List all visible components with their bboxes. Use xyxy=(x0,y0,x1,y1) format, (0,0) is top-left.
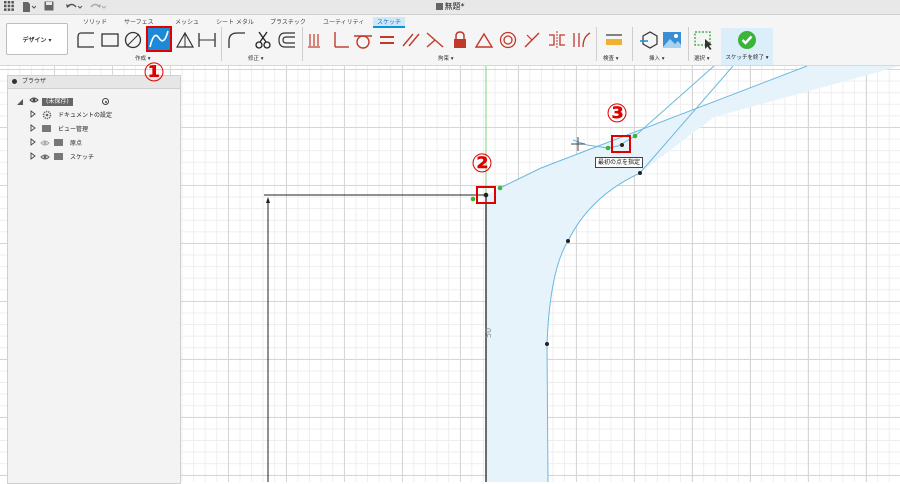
spline-point[interactable] xyxy=(545,342,549,346)
group-label-insert[interactable]: 挿入 ▾ xyxy=(649,54,665,62)
equal-constraint-icon[interactable] xyxy=(376,29,398,51)
tab-solid[interactable]: ソリッド xyxy=(83,17,107,26)
finish-sketch-label: スケッチを終了 ▾ xyxy=(725,55,769,61)
workspace-label: デザイン ▾ xyxy=(22,36,52,44)
triangle-constraint-icon[interactable] xyxy=(473,29,495,51)
tree-item-document-settings[interactable]: ドキュメントの設定 xyxy=(8,109,180,123)
dimension-line-tool-icon[interactable] xyxy=(196,29,218,51)
cursor-tooltip: 最初の点を指定 xyxy=(595,157,644,168)
activate-radio-icon[interactable] xyxy=(102,98,109,105)
browser-panel: ブラウザ (未保存) ドキュメントの設定 ビュー管理 原点 スケッチ xyxy=(7,75,181,484)
folder-icon xyxy=(54,139,63,146)
eye-icon[interactable] xyxy=(40,152,50,168)
folder-icon xyxy=(54,153,63,160)
polygon-tool-icon[interactable] xyxy=(174,29,196,51)
collapse-dot-icon[interactable] xyxy=(12,79,17,84)
tab-plastic[interactable]: プラスチック xyxy=(270,17,306,26)
dimension-label[interactable]: 50 xyxy=(484,328,493,338)
tab-mesh[interactable]: メッシュ xyxy=(175,17,199,26)
tree-item-sketches[interactable]: スケッチ xyxy=(8,151,180,165)
tab-sheet-metal[interactable]: シート メタル xyxy=(216,17,254,26)
handle-point[interactable] xyxy=(632,133,638,139)
tab-sketch[interactable]: スケッチ xyxy=(373,17,406,28)
browser-title: ブラウザ xyxy=(22,78,47,85)
separator xyxy=(221,27,222,61)
circle-tool-icon[interactable] xyxy=(122,29,144,51)
curvature-constraint-icon[interactable] xyxy=(570,29,592,51)
lock-icon[interactable] xyxy=(449,29,471,51)
handle-point[interactable] xyxy=(470,196,476,202)
tree-item-label: スケッチ xyxy=(70,154,95,161)
separator xyxy=(688,27,689,61)
separator xyxy=(302,27,303,61)
measure-tool-icon[interactable] xyxy=(603,29,625,51)
title-bar: 無題* xyxy=(0,0,900,15)
highlight-box-three xyxy=(611,135,631,153)
workspace-dropdown[interactable]: デザイン ▾ xyxy=(6,23,68,55)
tab-surface[interactable]: サーフェス xyxy=(124,17,154,26)
separator xyxy=(596,27,597,61)
tree-item-label: ビュー管理 xyxy=(58,126,89,133)
highlight-box-two xyxy=(476,186,496,204)
rectangle-tool-icon[interactable] xyxy=(99,29,121,51)
midpoint-constraint-icon[interactable] xyxy=(521,29,543,51)
folder-icon xyxy=(42,125,51,132)
root-component-label: (未保存) xyxy=(42,98,73,106)
tangent-constraint-icon[interactable] xyxy=(352,29,374,51)
parallel-constraint-icon[interactable] xyxy=(400,29,422,51)
dimension-arrow xyxy=(266,197,270,203)
spline-tool-icon[interactable] xyxy=(146,26,172,52)
group-label-inspect[interactable]: 検査 ▾ xyxy=(603,54,619,62)
inner-spline-curve xyxy=(546,66,734,482)
finish-sketch-button[interactable]: スケッチを終了 ▾ xyxy=(721,28,773,65)
trim-scissors-icon[interactable] xyxy=(252,29,274,51)
symmetry-constraint-icon[interactable] xyxy=(546,29,568,51)
separator xyxy=(632,27,633,61)
crosshair-cursor-icon xyxy=(571,137,585,151)
checkmark-icon xyxy=(738,31,756,49)
callout-one: ① xyxy=(143,58,166,88)
line-tool-icon[interactable] xyxy=(76,29,98,51)
group-label-select[interactable]: 選択 ▾ xyxy=(694,54,710,62)
spline-point[interactable] xyxy=(638,171,642,175)
callout-three: ③ xyxy=(606,99,629,129)
insert-derive-icon[interactable] xyxy=(638,29,660,51)
offset-tool-icon[interactable] xyxy=(276,29,298,51)
collinear-constraint-icon[interactable] xyxy=(424,29,446,51)
tree-item-origin[interactable]: 原点 xyxy=(8,137,180,151)
window-select-icon[interactable] xyxy=(693,29,715,51)
group-label-modify[interactable]: 修正 ▾ xyxy=(248,54,264,62)
offset-region xyxy=(486,66,900,482)
fix-constraint-icon[interactable] xyxy=(306,29,328,51)
expand-arrow-icon[interactable] xyxy=(30,151,36,167)
group-label-constraints[interactable]: 拘束 ▾ xyxy=(438,54,454,62)
insert-image-icon[interactable] xyxy=(661,29,683,51)
spline-point[interactable] xyxy=(566,239,570,243)
tree-item-named-views[interactable]: ビュー管理 xyxy=(8,123,180,137)
callout-two: ② xyxy=(471,149,494,179)
concentric-constraint-icon[interactable] xyxy=(497,29,519,51)
tree-item-label: 原点 xyxy=(70,140,83,147)
handle-point[interactable] xyxy=(497,185,503,191)
tab-utility[interactable]: ユーティリティ xyxy=(323,17,364,26)
ribbon: ソリッド サーフェス メッシュ シート メタル プラスチック ユーティリティ ス… xyxy=(0,15,900,66)
handle-point[interactable] xyxy=(605,145,611,151)
tree-item-root[interactable]: (未保存) xyxy=(8,95,180,109)
fillet-tool-icon[interactable] xyxy=(226,29,248,51)
document-icon xyxy=(435,3,443,10)
document-title: 無題* xyxy=(0,0,900,14)
perpendicular-constraint-icon[interactable] xyxy=(329,29,351,51)
tree-item-label: ドキュメントの設定 xyxy=(58,112,113,119)
